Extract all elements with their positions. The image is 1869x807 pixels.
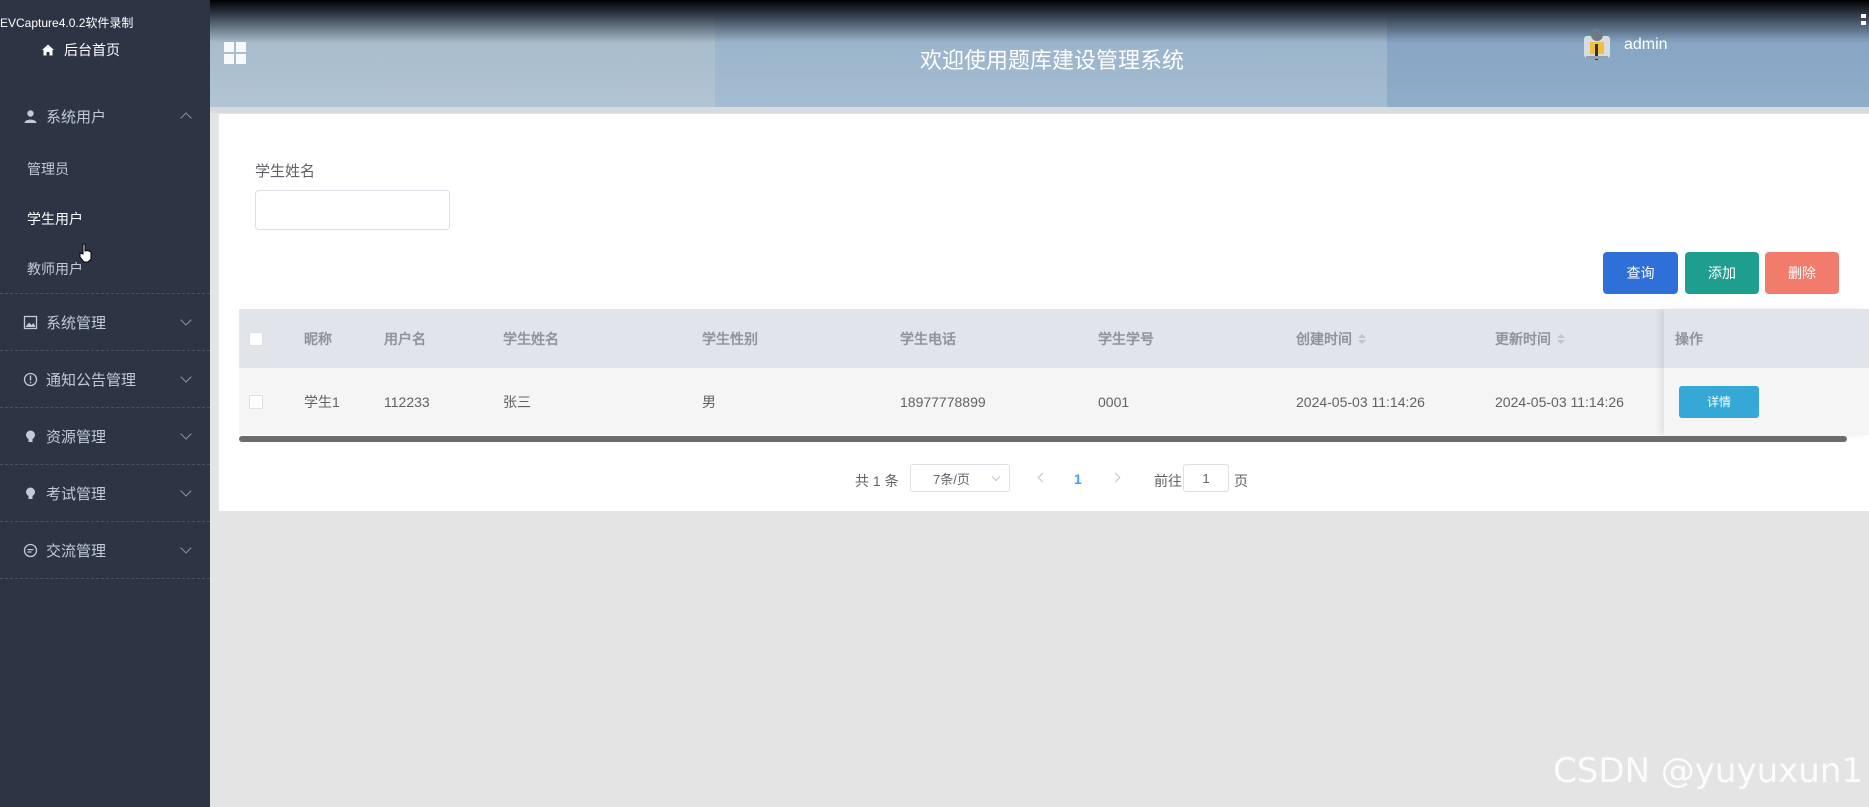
main-content-card: 学生姓名 查询 添加 删除 昵称 用户名 学生姓名 学生性别 学生电话 学生学号… — [219, 114, 1869, 511]
sort-icon[interactable] — [1557, 333, 1565, 344]
cell-phone: 18977778899 — [900, 393, 986, 410]
sidebar-group-title: 资源管理 — [0, 408, 210, 464]
top-header: 欢迎使用题库建设管理系统 admin — [210, 0, 1869, 107]
sidebar-group-system-management[interactable]: 系统管理 — [0, 294, 210, 351]
sidebar-group-system-users: 系统用户 管理员 学生用户 教师用户 — [0, 88, 210, 294]
goto-label: 前往 — [1154, 473, 1182, 489]
sidebar-item-student-users[interactable]: 学生用户 — [0, 194, 210, 244]
table-header: 昵称 用户名 学生姓名 学生性别 学生电话 学生学号 创建时间 更新时间 操作 — [239, 309, 1869, 368]
sidebar-group-title: 交流管理 — [0, 522, 210, 578]
bulb-icon — [22, 485, 38, 501]
watermark: CSDN @yuyuxun1 — [1553, 751, 1863, 791]
grid-icon[interactable] — [224, 42, 246, 64]
sidebar-group-title: 系统管理 — [0, 294, 210, 350]
cell-nickname: 学生1 — [304, 393, 340, 410]
user-name[interactable]: admin — [1624, 36, 1668, 54]
goto-page-input[interactable]: 1 — [1183, 464, 1229, 492]
sidebar-group-resource-management[interactable]: 资源管理 — [0, 408, 210, 465]
student-name-input[interactable] — [255, 190, 450, 230]
cell-student-no: 0001 — [1098, 393, 1130, 410]
chevron-down-icon — [180, 428, 192, 440]
header-title: 欢迎使用题库建设管理系统 — [920, 48, 1185, 73]
image-icon — [22, 314, 38, 330]
chevron-down-icon — [180, 371, 192, 383]
bulb-icon — [22, 428, 38, 444]
column-header-created[interactable]: 创建时间 — [1296, 309, 1366, 368]
cell-student-name: 张三 — [503, 393, 531, 410]
column-header-nickname: 昵称 — [304, 330, 332, 347]
add-button[interactable]: 添加 — [1685, 252, 1759, 294]
cell-created: 2024-05-03 11:14:26 — [1296, 393, 1425, 410]
sidebar-item-teacher-users[interactable]: 教师用户 — [0, 244, 210, 294]
row-select-cell[interactable] — [249, 368, 263, 435]
sidebar-group-label: 通知公告管理 — [46, 371, 137, 389]
sidebar-group-title: 考试管理 — [0, 465, 210, 521]
sidebar-group-exam-management[interactable]: 考试管理 — [0, 465, 210, 522]
chevron-down-icon — [180, 542, 192, 554]
user-icon — [22, 108, 38, 124]
sort-icon[interactable] — [1358, 333, 1366, 344]
sidebar: EVCapture4.0.2软件录制 后台首页 系统用户 管理员 学生用户 教师… — [0, 0, 210, 807]
column-header-gender: 学生性别 — [702, 330, 758, 347]
chevron-down-icon — [991, 472, 1001, 482]
sidebar-group-title: 通知公告管理 — [0, 351, 210, 407]
sidebar-group-label: 资源管理 — [46, 428, 107, 446]
column-header-updated[interactable]: 更新时间 — [1495, 309, 1565, 368]
column-header-username: 用户名 — [384, 330, 426, 347]
cell-actions: 详情 — [1679, 368, 1759, 435]
sidebar-group-communication-management[interactable]: 交流管理 — [0, 522, 210, 579]
sidebar-group-label: 系统管理 — [46, 314, 107, 332]
column-header-student-name: 学生姓名 — [503, 330, 559, 347]
sidebar-group-title[interactable]: 系统用户 — [0, 88, 210, 144]
page-size-select[interactable]: 7条/页 — [910, 464, 1010, 492]
table-row: 学生1 112233 张三 男 18977778899 0001 2024-05… — [239, 368, 1869, 435]
data-table: 昵称 用户名 学生姓名 学生性别 学生电话 学生学号 创建时间 更新时间 操作 … — [239, 309, 1869, 435]
pagination: 共 1 条 7条/页 1 前往 1 页 — [219, 464, 1869, 494]
search-label: 学生姓名 — [255, 163, 316, 180]
header-segment-left — [210, 0, 715, 107]
column-header-phone: 学生电话 — [900, 330, 956, 347]
chevron-up-icon — [180, 112, 192, 124]
cell-updated: 2024-05-03 11:14:26 — [1495, 393, 1624, 410]
home-icon — [40, 42, 56, 58]
horizontal-scrollbar[interactable] — [239, 436, 1847, 442]
row-checkbox[interactable] — [249, 394, 263, 409]
chevron-down-icon — [180, 314, 192, 326]
prev-page-icon[interactable] — [1037, 472, 1048, 483]
page-size-value: 7条/页 — [933, 471, 970, 487]
sidebar-home-label: 后台首页 — [64, 42, 120, 58]
recorder-label: EVCapture4.0.2软件录制 — [0, 16, 134, 30]
column-header-actions: 操作 — [1675, 330, 1703, 347]
cell-username: 112233 — [384, 393, 430, 410]
next-page-icon[interactable] — [1110, 472, 1121, 483]
pagination-total: 共 1 条 — [855, 473, 899, 489]
select-all-checkbox[interactable] — [249, 331, 263, 346]
delete-button[interactable]: 删除 — [1765, 252, 1839, 294]
chat-icon — [22, 542, 38, 558]
mouse-cursor-icon — [79, 243, 93, 268]
column-header-created-label: 创建时间 — [1296, 330, 1352, 347]
page-unit-label: 页 — [1234, 473, 1248, 489]
select-all-cell[interactable] — [249, 309, 263, 368]
sidebar-item-admin[interactable]: 管理员 — [0, 144, 210, 194]
sidebar-group-notice-management[interactable]: 通知公告管理 — [0, 351, 210, 408]
cell-gender: 男 — [702, 393, 716, 410]
query-button[interactable]: 查询 — [1603, 252, 1678, 294]
avatar[interactable] — [1580, 26, 1614, 62]
sidebar-group-label: 系统用户 — [46, 108, 107, 126]
column-header-updated-label: 更新时间 — [1495, 330, 1551, 347]
info-icon — [22, 371, 38, 387]
column-header-student-no: 学生学号 — [1098, 330, 1154, 347]
page-number-current[interactable]: 1 — [1074, 471, 1082, 487]
header-divider — [210, 107, 1869, 113]
sidebar-home-link[interactable]: 后台首页 — [40, 40, 120, 60]
sidebar-group-label: 交流管理 — [46, 542, 107, 560]
window-corner-icon — [1861, 14, 1867, 26]
sidebar-group-label: 考试管理 — [46, 485, 107, 503]
chevron-down-icon — [180, 485, 192, 497]
detail-button[interactable]: 详情 — [1679, 385, 1759, 418]
